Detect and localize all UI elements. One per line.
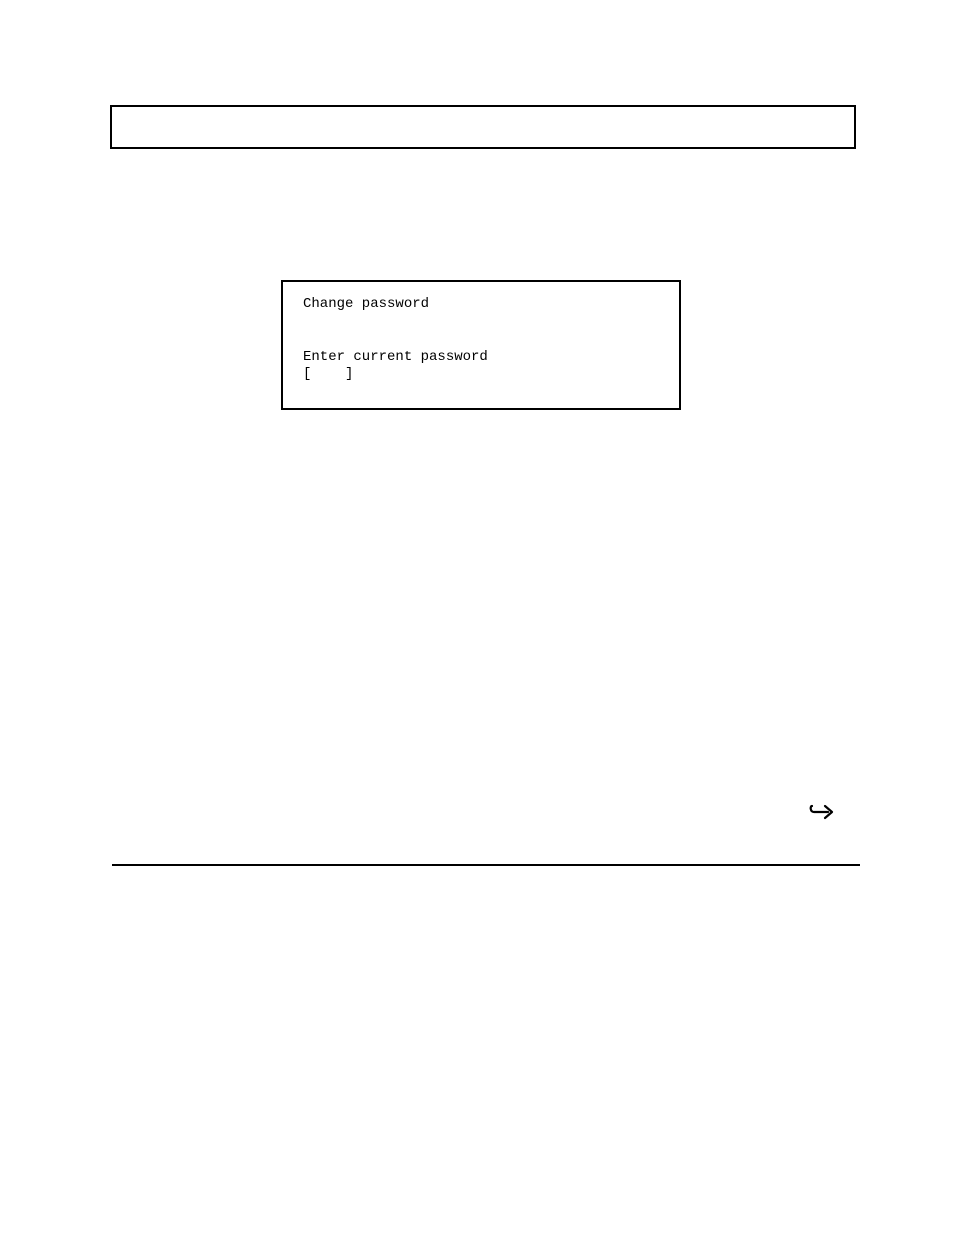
page-title-box <box>110 105 856 149</box>
password-prompt: Enter current password <box>303 349 661 366</box>
bracket-close: ] <box>345 366 353 382</box>
continue-arrow-icon <box>808 800 838 822</box>
change-password-panel: Change password Enter current password [… <box>281 280 681 410</box>
password-input-row[interactable]: [ ] <box>303 366 661 383</box>
panel-title: Change password <box>303 296 661 313</box>
footer-divider <box>112 864 860 866</box>
password-input[interactable] <box>311 366 345 382</box>
